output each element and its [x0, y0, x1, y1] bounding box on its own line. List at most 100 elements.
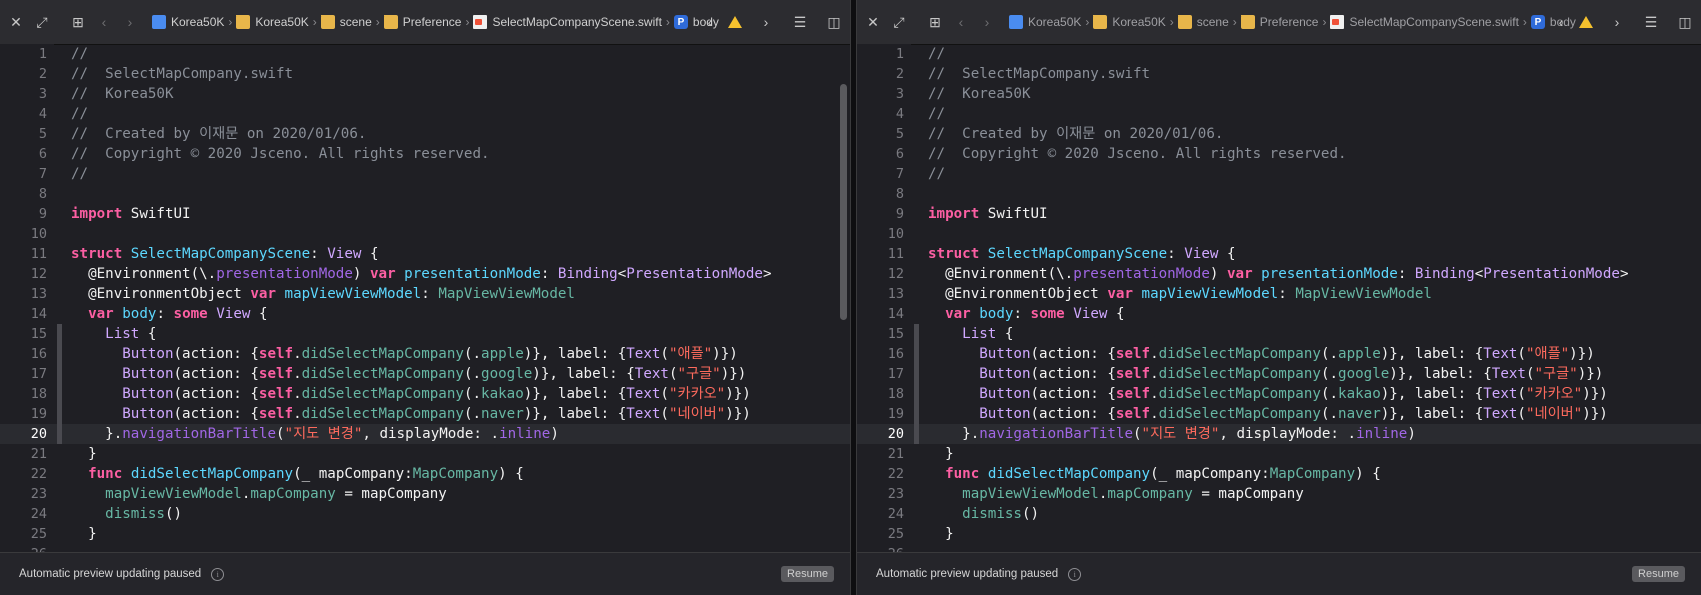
code-line[interactable]: 7 //: [0, 164, 850, 184]
code-line[interactable]: 1 //: [857, 44, 1701, 64]
breadcrumb-separator-icon: ›: [1169, 15, 1174, 29]
editor-options-icon[interactable]: ☰: [790, 12, 810, 32]
next-issue-icon[interactable]: ›: [1607, 12, 1627, 32]
code-line[interactable]: 12 @Environment(\.presentationMode) var …: [857, 264, 1701, 284]
code-line[interactable]: 25 }: [0, 524, 850, 544]
code-text: dismiss(): [962, 506, 1040, 522]
code-line[interactable]: 6 // Copyright © 2020 Jsceno. All rights …: [857, 144, 1701, 164]
code-line[interactable]: 14 var body: some View {: [0, 304, 850, 324]
fold-ribbon[interactable]: [57, 324, 62, 444]
code-line[interactable]: 3 // Korea50K: [0, 84, 850, 104]
code-line[interactable]: 5 // Created by 이재문 on 2020/01/06.: [0, 124, 850, 144]
split-editor-icon[interactable]: ◫: [824, 12, 844, 32]
code-line[interactable]: 16 Button(action: {self.didSelectMapComp…: [0, 344, 850, 364]
code-line[interactable]: 24 dismiss(): [857, 504, 1701, 524]
code-line[interactable]: 17 Button(action: {self.didSelectMapComp…: [0, 364, 850, 384]
code-line[interactable]: 7 //: [857, 164, 1701, 184]
info-icon[interactable]: i: [211, 567, 225, 581]
code-line[interactable]: 1 //: [0, 44, 850, 64]
expand-icon[interactable]: ⤢: [889, 12, 909, 32]
code-line[interactable]: 4 //: [857, 104, 1701, 124]
warning-icon[interactable]: [1579, 16, 1593, 28]
resume-button[interactable]: Resume: [781, 566, 834, 582]
code-line[interactable]: 21 }: [0, 444, 850, 464]
code-text: import SwiftUI: [71, 206, 191, 222]
code-line[interactable]: 5 // Created by 이재문 on 2020/01/06.: [857, 124, 1701, 144]
breadcrumb-item[interactable]: Korea50K: [150, 15, 226, 29]
code-text: List {: [105, 326, 157, 342]
code-line[interactable]: 19 Button(action: {self.didSelectMapComp…: [857, 404, 1701, 424]
fold-ribbon[interactable]: [914, 324, 919, 444]
code-line[interactable]: 20 }.navigationBarTitle("지도 변경", display…: [0, 424, 850, 444]
back-icon[interactable]: ‹: [94, 12, 114, 32]
code-text: // Created by 이재문 on 2020/01/06.: [71, 126, 367, 142]
code-line[interactable]: 9 import SwiftUI: [857, 204, 1701, 224]
code-editor[interactable]: 1 // 2 // SelectMapCompany.swift 3 // Korea50…: [857, 44, 1701, 553]
forward-icon[interactable]: ›: [977, 12, 997, 32]
close-editor-icon[interactable]: ✕: [6, 12, 26, 32]
breadcrumb-item[interactable]: Korea50K: [1007, 15, 1083, 29]
code-line[interactable]: 13 @EnvironmentObject var mapViewViewMod…: [857, 284, 1701, 304]
code-line[interactable]: 8: [857, 184, 1701, 204]
code-line[interactable]: 18 Button(action: {self.didSelectMapComp…: [857, 384, 1701, 404]
code-line[interactable]: 22 func didSelectMapCompany(_ mapCompany…: [0, 464, 850, 484]
breadcrumb-item[interactable]: scene: [1176, 15, 1231, 29]
code-line[interactable]: 6 // Copyright © 2020 Jsceno. All rights …: [0, 144, 850, 164]
code-line[interactable]: 11 struct SelectMapCompanyScene: View {: [0, 244, 850, 264]
breadcrumb-separator-icon: ›: [228, 15, 233, 29]
breadcrumb-item[interactable]: Preference: [1239, 15, 1321, 29]
code-line[interactable]: 12 @Environment(\.presentationMode) var …: [0, 264, 850, 284]
previous-issue-icon[interactable]: ‹: [700, 12, 720, 32]
vertical-scrollbar[interactable]: [840, 84, 847, 320]
code-line[interactable]: 23 mapViewViewModel.mapCompany = mapComp…: [857, 484, 1701, 504]
code-line[interactable]: 18 Button(action: {self.didSelectMapComp…: [0, 384, 850, 404]
breadcrumb-item[interactable]: SelectMapCompanyScene.swift: [1328, 15, 1520, 29]
info-icon[interactable]: i: [1068, 567, 1082, 581]
code-line[interactable]: 16 Button(action: {self.didSelectMapComp…: [857, 344, 1701, 364]
code-line[interactable]: 25 }: [857, 524, 1701, 544]
code-line[interactable]: 15 List {: [0, 324, 850, 344]
code-line[interactable]: 17 Button(action: {self.didSelectMapComp…: [857, 364, 1701, 384]
code-line[interactable]: 21 }: [857, 444, 1701, 464]
code-line[interactable]: 8: [0, 184, 850, 204]
back-icon[interactable]: ‹: [951, 12, 971, 32]
code-line[interactable]: 4 //: [0, 104, 850, 124]
pane-divider[interactable]: [850, 0, 857, 595]
breadcrumb-item[interactable]: Korea50K: [234, 15, 310, 29]
forward-icon[interactable]: ›: [120, 12, 140, 32]
code-line[interactable]: 10: [857, 224, 1701, 244]
breadcrumb-item[interactable]: Preference: [382, 15, 464, 29]
line-number: 17: [887, 366, 904, 382]
code-line[interactable]: 22 func didSelectMapCompany(_ mapCompany…: [857, 464, 1701, 484]
warning-icon[interactable]: [728, 16, 742, 28]
code-editor[interactable]: 1 // 2 // SelectMapCompany.swift 3 // Korea50…: [0, 44, 850, 553]
breadcrumb-item[interactable]: SelectMapCompanyScene.swift: [471, 15, 663, 29]
breadcrumb-item[interactable]: Korea50K: [1091, 15, 1167, 29]
code-line[interactable]: 11 struct SelectMapCompanyScene: View {: [857, 244, 1701, 264]
code-line[interactable]: 24 dismiss(): [0, 504, 850, 524]
line-number: 23: [30, 486, 47, 502]
code-line[interactable]: 2 // SelectMapCompany.swift: [857, 64, 1701, 84]
related-items-grid-icon[interactable]: ⊞: [925, 12, 945, 32]
previous-issue-icon[interactable]: ‹: [1551, 12, 1571, 32]
code-line[interactable]: 19 Button(action: {self.didSelectMapComp…: [0, 404, 850, 424]
expand-icon[interactable]: ⤢: [32, 12, 52, 32]
breadcrumb-item[interactable]: scene: [319, 15, 374, 29]
editor-options-icon[interactable]: ☰: [1641, 12, 1661, 32]
code-line[interactable]: 9 import SwiftUI: [0, 204, 850, 224]
code-line[interactable]: 15 List {: [857, 324, 1701, 344]
code-line[interactable]: 10: [0, 224, 850, 244]
code-line[interactable]: 3 // Korea50K: [857, 84, 1701, 104]
resume-button[interactable]: Resume: [1632, 566, 1685, 582]
related-items-grid-icon[interactable]: ⊞: [68, 12, 88, 32]
code-text: // Copyright © 2020 Jsceno. All rights r…: [71, 146, 490, 162]
project-icon: [152, 15, 166, 29]
code-line[interactable]: 20 }.navigationBarTitle("지도 변경", display…: [857, 424, 1701, 444]
code-line[interactable]: 2 // SelectMapCompany.swift: [0, 64, 850, 84]
close-editor-icon[interactable]: ✕: [863, 12, 883, 32]
code-line[interactable]: 23 mapViewViewModel.mapCompany = mapComp…: [0, 484, 850, 504]
code-line[interactable]: 14 var body: some View {: [857, 304, 1701, 324]
next-issue-icon[interactable]: ›: [756, 12, 776, 32]
split-editor-icon[interactable]: ◫: [1675, 12, 1695, 32]
code-line[interactable]: 13 @EnvironmentObject var mapViewViewMod…: [0, 284, 850, 304]
